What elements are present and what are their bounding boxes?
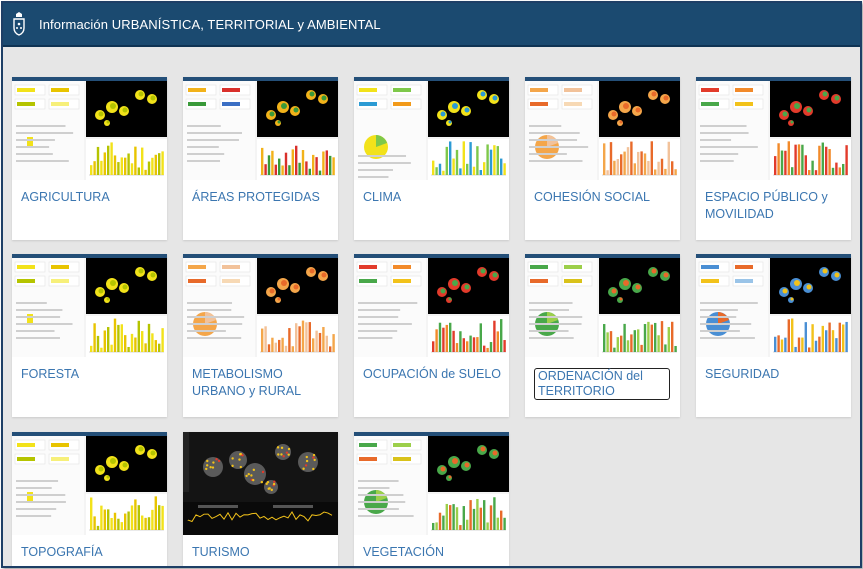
app-card-agricultura[interactable]: AGRICULTURA [12,77,167,240]
app-card-foresta[interactable]: FORESTA [12,254,167,417]
dashboard-thumbnail[interactable] [183,254,338,357]
app-card-espacio-publico-y-movilidad[interactable]: ESPACIO PÚBLICO y MOVILIDAD [696,77,851,240]
app-card-ocupacion-de-suelo[interactable]: OCUPACIÓN de SUELO [354,254,509,417]
app-card-cohesion-social[interactable]: COHESIÓN SOCIAL [525,77,680,240]
dashboard-thumbnail[interactable] [696,77,851,180]
dashboard-thumbnail[interactable] [354,432,509,535]
card-title[interactable]: CLIMA [363,189,501,206]
page-title: Información URBANÍSTICA, TERRITORIAL y A… [39,16,381,32]
app-card-metabolismo-urbano-y-rural[interactable]: METABOLISMO URBANO y RURAL [183,254,338,417]
card-title[interactable]: COHESIÓN SOCIAL [534,189,672,206]
card-title[interactable]: FORESTA [21,366,159,383]
card-title[interactable]: ORDENACIÓN del TERRITORIO [534,368,670,400]
card-title[interactable]: ÁREAS PROTEGIDAS [192,189,330,206]
dashboard-thumbnail[interactable] [12,254,167,357]
dashboard-thumbnail[interactable] [183,77,338,180]
app-card-ordenacion-del-territorio[interactable]: ORDENACIÓN del TERRITORIO [525,254,680,417]
dashboard-thumbnail[interactable] [12,432,167,535]
card-title[interactable]: VEGETACIÓN [363,544,501,561]
app-frame: Información URBANÍSTICA, TERRITORIAL y A… [1,1,862,568]
card-title[interactable]: ESPACIO PÚBLICO y MOVILIDAD [705,189,843,223]
app-header: Información URBANÍSTICA, TERRITORIAL y A… [3,3,860,47]
card-title[interactable]: OCUPACIÓN de SUELO [363,366,501,383]
app-card-areas-protegidas[interactable]: ÁREAS PROTEGIDAS [183,77,338,240]
card-title[interactable]: METABOLISMO URBANO y RURAL [192,366,330,400]
app-card-vegetacion[interactable]: VEGETACIÓN [354,432,509,566]
dashboard-thumbnail[interactable] [525,254,680,357]
dashboard-thumbnail[interactable] [183,432,338,535]
dashboard-thumbnail[interactable] [525,77,680,180]
coat-of-arms-icon [11,11,27,37]
apps-gallery: AGRICULTURA ÁREAS PROTEGIDAS CLIMA COHESIÓN… [3,47,860,566]
app-card-seguridad[interactable]: SEGURIDAD [696,254,851,417]
card-title[interactable]: TOPOGRAFÍA [21,544,159,561]
dashboard-thumbnail[interactable] [12,77,167,180]
app-card-clima[interactable]: CLIMA [354,77,509,240]
dashboard-thumbnail[interactable] [354,254,509,357]
card-title[interactable]: AGRICULTURA [21,189,159,206]
app-card-topografia[interactable]: TOPOGRAFÍA [12,432,167,566]
app-card-turismo[interactable]: TURISMO [183,432,338,566]
card-title[interactable]: SEGURIDAD [705,366,843,383]
dashboard-thumbnail[interactable] [696,254,851,357]
card-title[interactable]: TURISMO [192,544,330,561]
dashboard-thumbnail[interactable] [354,77,509,180]
